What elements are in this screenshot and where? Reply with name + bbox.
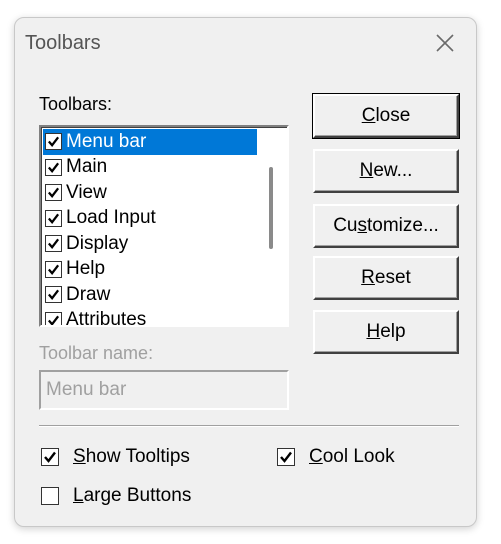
list-item[interactable]: View (43, 180, 257, 206)
reset-button[interactable]: Reset (313, 256, 459, 300)
list-item-checkbox[interactable] (45, 286, 62, 304)
close-icon[interactable] (434, 32, 456, 54)
help-button-label-post: elp (380, 321, 406, 342)
list-item-checkbox[interactable] (45, 184, 62, 202)
customize-button-label-pre: Cu (333, 215, 358, 236)
show-tooltips-accel: S (73, 446, 86, 467)
close-button-label-post: lose (375, 105, 411, 126)
close-button[interactable]: Close (312, 93, 460, 139)
help-button-accel: H (366, 321, 381, 342)
toolbars-label: Toolbars: (39, 94, 113, 114)
help-button[interactable]: Help (313, 310, 459, 354)
checkmark-icon (44, 451, 56, 463)
checkmark-icon (48, 264, 60, 275)
checkmark-icon (280, 451, 292, 463)
list-item[interactable]: Attributes (43, 308, 257, 327)
customize-button-accel: s (357, 215, 367, 236)
checkmark-icon (48, 162, 60, 173)
customize-button[interactable]: Cu s tomize... (313, 204, 459, 248)
customize-button-label-post: tomize... (366, 215, 439, 236)
checkmark-icon (48, 238, 60, 250)
cool-look-label-post: ool Look (322, 446, 395, 467)
show-tooltips-box[interactable] (41, 448, 59, 466)
dialog-title: Toolbars (25, 32, 101, 54)
reset-button-accel: R (361, 267, 375, 288)
show-tooltips-label: Show Tooltips (73, 446, 190, 468)
list-item-label: Display (66, 232, 129, 254)
reset-button-label-post: eset (374, 267, 411, 288)
list-item-label: Main (66, 156, 108, 178)
cool-look-accel: C (309, 446, 323, 467)
cool-look-checkbox[interactable]: Cool Look (277, 446, 395, 468)
large-buttons-label-post: arge Buttons (83, 485, 192, 506)
list-item-label: Menu bar (66, 130, 147, 152)
checkmark-icon (48, 136, 60, 148)
list-item-label: Draw (66, 283, 111, 305)
large-buttons-accel: L (73, 485, 84, 506)
new-button[interactable]: New... (313, 149, 459, 193)
list-item[interactable]: Draw (43, 282, 257, 308)
toolbar-name-input[interactable]: Menu bar (39, 370, 289, 410)
list-item[interactable]: Menu bar (43, 129, 257, 155)
large-buttons-label: Large Buttons (73, 485, 191, 507)
list-item-label: View (66, 181, 107, 203)
toolbars-listbox[interactable]: Menu bar Main View Load Input Display Help Dra… (39, 125, 289, 327)
checkmark-icon (48, 315, 60, 325)
list-item-checkbox[interactable] (45, 260, 62, 278)
close-button-accel: C (361, 105, 376, 126)
toolbar-name-label: Toolbar name: (39, 343, 154, 363)
list-item[interactable]: Main (43, 155, 257, 181)
show-tooltips-label-post: how Tooltips (85, 446, 190, 467)
checkmark-icon (48, 187, 60, 199)
list-item-checkbox[interactable] (45, 158, 62, 176)
list-item[interactable]: Help (43, 257, 257, 283)
show-tooltips-checkbox[interactable]: Show Tooltips (41, 446, 190, 468)
checkmark-icon (48, 289, 60, 301)
list-item-checkbox[interactable] (45, 235, 62, 253)
list-item-label: Attributes (66, 309, 147, 327)
checkmark-icon (48, 213, 60, 224)
list-item-checkbox[interactable] (45, 209, 62, 227)
toolbars-dialog: Toolbars Toolbars: Menu bar Main View Load … (14, 17, 477, 527)
list-item-label: Load Input (66, 207, 156, 229)
list-item-checkbox[interactable] (45, 311, 62, 325)
new-button-label-post: ew... (373, 160, 413, 181)
list-item[interactable]: Display (43, 231, 257, 257)
scrollbar-thumb[interactable] (269, 167, 273, 249)
list-item-checkbox[interactable] (45, 133, 62, 151)
cool-look-box[interactable] (277, 448, 295, 466)
large-buttons-checkbox[interactable]: Large Buttons (41, 485, 191, 507)
toolbars-list: Menu bar Main View Load Input Display Help Dra… (43, 129, 257, 327)
large-buttons-box[interactable] (41, 487, 59, 505)
separator (39, 425, 459, 427)
cool-look-label: Cool Look (309, 446, 395, 468)
new-button-accel: N (359, 160, 374, 181)
list-item-label: Help (66, 258, 106, 280)
list-item[interactable]: Load Input (43, 206, 257, 232)
